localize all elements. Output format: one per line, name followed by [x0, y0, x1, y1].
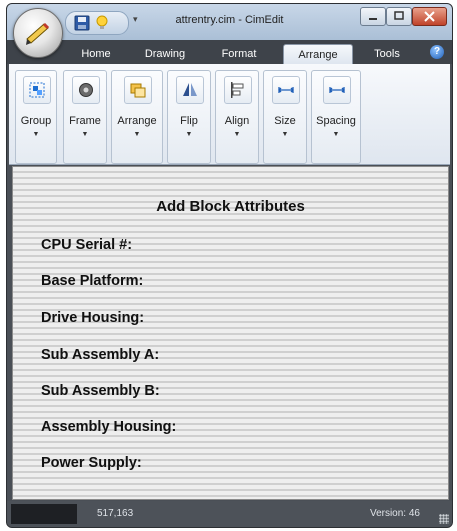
tab-arrange[interactable]: Arrange [283, 44, 353, 65]
version-label: Version: 46 [369, 508, 420, 519]
ribbon-group-label: Size [274, 115, 296, 127]
ribbon-group-label: Frame [69, 115, 101, 127]
field-base-platform: Base Platform: [41, 273, 144, 289]
help-icon[interactable]: ? [430, 45, 444, 59]
tab-tools[interactable]: Tools [361, 44, 413, 64]
group-icon [23, 76, 51, 104]
frame-icon [72, 76, 100, 104]
ribbon-group-label: Flip [180, 115, 198, 127]
ribbon-group-arrange[interactable]: Arrange ▼ [111, 70, 163, 164]
field-sub-assembly-a: Sub Assembly A: [41, 347, 160, 363]
application-menu-button[interactable] [13, 8, 63, 58]
chevron-down-icon: ▼ [81, 131, 89, 138]
field-sub-assembly-b: Sub Assembly B: [41, 383, 160, 399]
tab-drawing[interactable]: Drawing [135, 44, 195, 64]
status-bar: 517,163 Version: 46 [7, 501, 452, 527]
minimize-button[interactable] [360, 7, 386, 26]
ribbon-group-spacing[interactable]: Spacing ▼ [311, 70, 361, 164]
document-title: Add Block Attributes [156, 198, 305, 215]
field-cpu-serial: CPU Serial #: [41, 237, 133, 253]
cursor-coordinates: 517,163 [97, 508, 134, 519]
maximize-button[interactable] [386, 7, 412, 26]
chevron-down-icon: ▼ [185, 131, 193, 138]
size-icon [272, 76, 300, 104]
field-power-supply: Power Supply: [41, 455, 142, 471]
resize-grip-icon[interactable] [439, 514, 449, 524]
app-window: ▾ attrentry.cim - CimEdit Home Drawing F… [6, 3, 453, 528]
field-drive-housing: Drive Housing: [41, 310, 145, 326]
ribbon-group-group[interactable]: Group ▼ [15, 70, 57, 164]
arrange-icon [124, 76, 152, 104]
chevron-down-icon: ▼ [281, 131, 289, 138]
ribbon-group-size[interactable]: Size ▼ [263, 70, 307, 164]
chevron-down-icon: ▼ [332, 131, 340, 138]
field-assembly-housing: Assembly Housing: [41, 419, 177, 435]
ribbon-group-label: Align [224, 115, 250, 127]
ribbon-group-align[interactable]: Align ▼ [215, 70, 259, 164]
pencil-icon [26, 22, 50, 45]
close-button[interactable] [412, 7, 447, 26]
close-icon [424, 11, 435, 22]
tab-format[interactable]: Format [211, 44, 267, 64]
tab-home[interactable]: Home [71, 44, 121, 64]
ribbon-group-frame[interactable]: Frame ▼ [63, 70, 107, 164]
status-panel [11, 504, 77, 524]
flip-icon [176, 76, 204, 104]
ribbon-panel: Group ▼ Frame ▼ Arrange ▼ Flip ▼ Align ▼… [9, 64, 450, 165]
ribbon-group-label: Group [20, 115, 52, 127]
drawing-canvas[interactable]: Add Block Attributes CPU Serial #: Base … [12, 166, 449, 500]
spacing-icon [323, 76, 351, 104]
ribbon-group-label: Arrange [117, 115, 157, 127]
chevron-down-icon: ▼ [32, 131, 40, 138]
ribbon-tab-bar: Home Drawing Format Arrange Tools ? [7, 40, 452, 65]
title-bar: ▾ attrentry.cim - CimEdit [7, 4, 452, 40]
align-icon [224, 76, 252, 104]
ribbon-group-flip[interactable]: Flip ▼ [167, 70, 211, 164]
chevron-down-icon: ▼ [233, 131, 241, 138]
ribbon-group-label: Spacing [316, 115, 356, 127]
chevron-down-icon: ▼ [133, 131, 141, 138]
